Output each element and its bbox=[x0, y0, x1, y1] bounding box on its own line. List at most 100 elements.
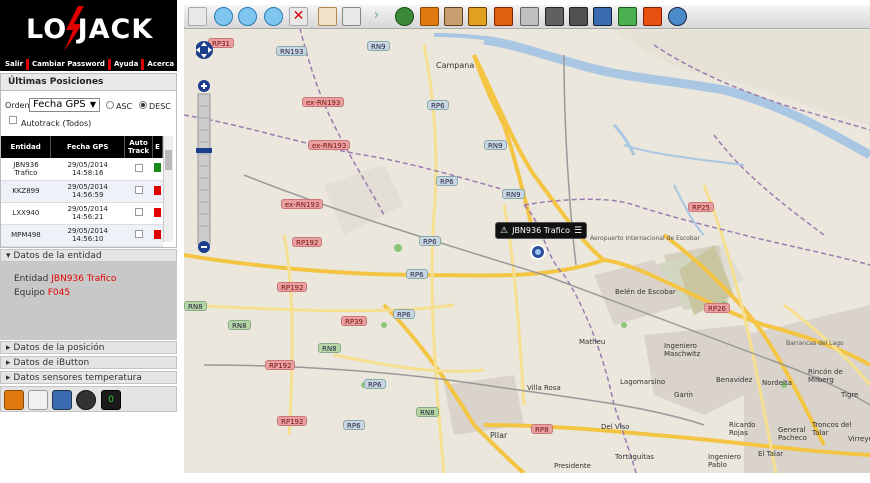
row-entidad: JBN936 Trafico bbox=[1, 158, 51, 181]
bus-icon[interactable] bbox=[468, 7, 487, 26]
road-shield: ex-RN193 bbox=[281, 199, 324, 209]
print-icon[interactable] bbox=[342, 7, 361, 26]
measure-icon[interactable] bbox=[318, 7, 337, 26]
road-shield: RP6 bbox=[427, 100, 449, 110]
section-datos-entidad[interactable]: ▾ Datos de la entidad bbox=[0, 249, 177, 262]
menu-acerca-de[interactable]: Acerca De bbox=[141, 59, 190, 70]
section-datos-temperatura[interactable]: ▸ Datos sensores temperatura bbox=[0, 371, 177, 384]
autotrack-all-label: Autotrack (Todos) bbox=[21, 119, 92, 128]
section-label: Datos sensores temperatura bbox=[13, 373, 142, 383]
menu-cambiar-password[interactable]: Cambiar Password bbox=[26, 59, 108, 70]
table-scrollbar[interactable] bbox=[163, 136, 173, 242]
chevron-down-icon: ▼ bbox=[89, 100, 96, 109]
order-select[interactable]: Fecha GPS ▼ bbox=[29, 98, 100, 112]
col-fecha-gps[interactable]: Fecha GPS bbox=[50, 136, 126, 158]
desc-label: DESC bbox=[149, 102, 171, 111]
col-estado[interactable]: E bbox=[152, 136, 163, 158]
row-autotrack-checkbox[interactable] bbox=[134, 186, 143, 194]
zoom-area-icon[interactable] bbox=[264, 7, 283, 26]
globe-icon[interactable] bbox=[395, 7, 414, 26]
clear-icon[interactable]: ✕ bbox=[289, 7, 308, 26]
earth-icon[interactable] bbox=[668, 7, 687, 26]
table-row[interactable]: MPM498 29/05/2014 14:56:10 bbox=[1, 224, 163, 247]
copy-icon[interactable] bbox=[188, 7, 207, 26]
col-entidad[interactable]: Entidad bbox=[1, 136, 52, 158]
status-indicator bbox=[154, 185, 161, 195]
vehicle-marker-icon[interactable] bbox=[529, 243, 547, 261]
autotrack-all-checkbox[interactable] bbox=[9, 116, 17, 124]
section-label: Datos de la posición bbox=[13, 343, 105, 353]
asc-label: ASC bbox=[116, 102, 133, 111]
road-shield: RP39 bbox=[341, 316, 367, 326]
equipo-value: F045 bbox=[47, 288, 71, 298]
status-indicator bbox=[154, 207, 161, 217]
clock-icon[interactable] bbox=[76, 390, 96, 410]
history-icon[interactable] bbox=[52, 390, 72, 410]
settings-icon[interactable] bbox=[569, 7, 588, 26]
road-shield: RP6 bbox=[436, 176, 458, 186]
network-icon[interactable] bbox=[618, 7, 637, 26]
menu-ayuda[interactable]: Ayuda bbox=[107, 59, 141, 70]
top-menu: Salir Cambiar Password Ayuda Acerca De bbox=[0, 58, 187, 71]
row-fecha: 29/05/2014 14:56:10 bbox=[50, 224, 125, 247]
table-row[interactable]: KKZ899 29/05/2014 14:56:59 bbox=[1, 180, 163, 203]
row-autotrack-checkbox[interactable] bbox=[134, 230, 143, 238]
route-icon[interactable] bbox=[4, 390, 24, 410]
order-label: Orden bbox=[5, 101, 30, 110]
place-label: Pilar bbox=[490, 431, 508, 440]
zoom-control bbox=[195, 36, 213, 256]
vehicle-popup[interactable]: ⚠ JBN936 Trafico ☰ bbox=[495, 222, 588, 239]
route-icon[interactable] bbox=[420, 7, 439, 26]
table-row[interactable]: JBN936 Trafico 29/05/2014 14:58:16 bbox=[1, 158, 163, 181]
place-label: Barrancas del Lago bbox=[786, 340, 844, 347]
zoom-out-icon[interactable] bbox=[238, 7, 257, 26]
row-autotrack-checkbox[interactable] bbox=[134, 163, 143, 172]
grid-icon[interactable] bbox=[494, 7, 513, 26]
flag-icon[interactable] bbox=[643, 7, 662, 26]
map-view[interactable]: RP31 RN193 RN9 ex-RN193 RP6 RN9 ex-RN193… bbox=[184, 5, 870, 473]
road-shield: RP192 bbox=[265, 360, 296, 370]
positions-title: Últimas Posiciones bbox=[1, 74, 176, 91]
table-row[interactable]: LXX940 29/05/2014 14:56:21 bbox=[1, 202, 163, 225]
place-label: Del Viso bbox=[601, 423, 630, 431]
map-canvas bbox=[184, 5, 870, 473]
info-icon[interactable] bbox=[593, 7, 612, 26]
road-shield: RN8 bbox=[184, 301, 207, 311]
road-shield: RP6 bbox=[393, 309, 415, 319]
asc-radio[interactable] bbox=[106, 101, 114, 109]
positions-panel: Últimas Posiciones Orden Fecha GPS ▼ ASC … bbox=[0, 73, 177, 248]
section-datos-posicion[interactable]: ▸ Datos de la posición bbox=[0, 341, 177, 354]
road-shield: RP8 bbox=[531, 424, 553, 434]
row-entidad: LXX940 bbox=[1, 202, 51, 225]
place-label: Matheu bbox=[579, 338, 606, 346]
report-icon[interactable] bbox=[28, 390, 48, 410]
section-label: Datos de iButton bbox=[13, 358, 90, 368]
equipo-label: Equipo bbox=[14, 288, 45, 298]
phone-icon[interactable] bbox=[545, 7, 564, 26]
row-entidad: KKZ899 bbox=[1, 180, 51, 203]
left-panel: LO JACK Salir Cambiar Password Ayuda Ace… bbox=[0, 0, 187, 483]
section-datos-ibutton[interactable]: ▸ Datos de iButton bbox=[0, 356, 177, 369]
row-fecha: 29/05/2014 14:58:16 bbox=[50, 158, 125, 181]
col-autotrack[interactable]: Auto Track bbox=[124, 136, 153, 158]
road-shield: RP6 bbox=[406, 269, 428, 279]
menu-salir[interactable]: Salir bbox=[0, 59, 26, 70]
radio-icon[interactable] bbox=[520, 7, 539, 26]
place-label: Nordelta bbox=[762, 379, 793, 387]
zoom-in-icon[interactable] bbox=[214, 7, 233, 26]
row-autotrack-checkbox[interactable] bbox=[134, 208, 143, 216]
road-shield: RP6 bbox=[343, 420, 365, 430]
place-label: Ricardo Rojas bbox=[729, 421, 756, 437]
row-fecha: 29/05/2014 14:56:59 bbox=[50, 180, 125, 203]
logo-text: LO JACK bbox=[26, 14, 154, 45]
status-indicator bbox=[154, 163, 161, 173]
scrollbar-thumb[interactable] bbox=[165, 150, 172, 170]
truck-icon[interactable] bbox=[444, 7, 463, 26]
road-shield: RP192 bbox=[277, 282, 308, 292]
road-shield: RP6 bbox=[419, 236, 441, 246]
zoom-slider-thumb bbox=[196, 148, 212, 153]
arrow-icon[interactable]: › bbox=[367, 7, 386, 26]
counter-badge[interactable]: 0 bbox=[101, 390, 121, 410]
menu-icon[interactable]: ☰ bbox=[574, 226, 582, 236]
desc-radio[interactable] bbox=[139, 101, 147, 109]
